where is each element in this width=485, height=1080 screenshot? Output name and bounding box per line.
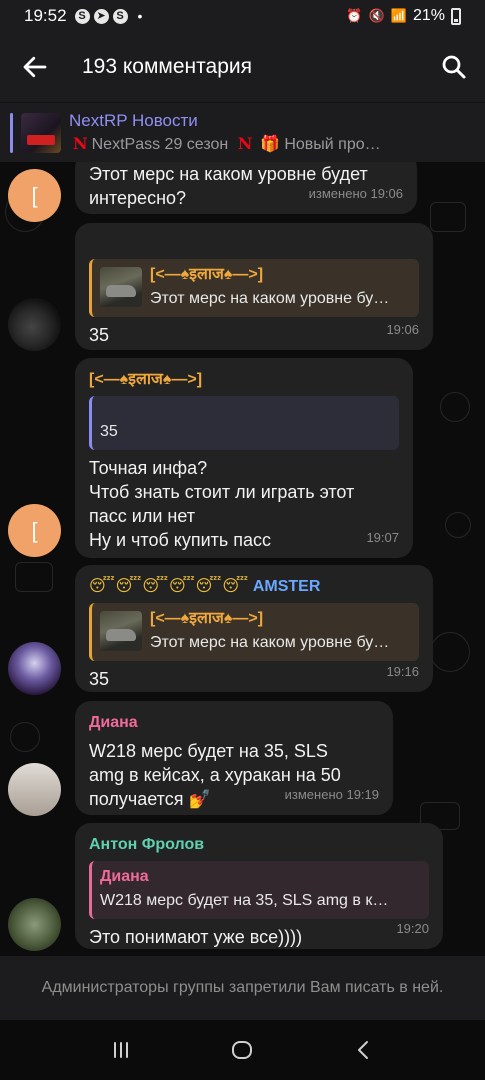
home-icon[interactable]	[222, 1030, 262, 1070]
back-arrow-icon[interactable]	[20, 52, 50, 82]
avatar[interactable]: [	[8, 504, 61, 557]
background-doodle	[430, 632, 470, 672]
avatar[interactable]	[8, 898, 61, 951]
reply-thumbnail	[100, 611, 142, 651]
message-time: 19:07	[366, 530, 399, 545]
pinned-thumbnail	[21, 112, 61, 153]
reply-thumbnail	[100, 267, 142, 307]
avatar-initial: [	[31, 182, 38, 208]
battery-percent: 21%	[412, 7, 445, 24]
sender-name: AMSTER	[252, 578, 321, 595]
avatar[interactable]	[8, 298, 61, 351]
message-bubble[interactable]: [<—♠इलाज♠—>] Этот мерс на каком уровне б…	[75, 223, 433, 350]
message-line-1: W218 мерс будет на 35, SLS	[89, 741, 328, 761]
reply-quote[interactable]: [<—♠इलाज♠—>] Этот мерс на каком уровне б…	[89, 259, 419, 317]
search-icon[interactable]	[439, 52, 469, 82]
reply-text: Этот мерс на каком уровне бу…	[150, 634, 390, 651]
message-bubble[interactable]: Диана W218 мерс будет на 35, SLS amg в к…	[75, 701, 393, 815]
gift-icon: 🎁	[260, 136, 281, 153]
reply-text: 35	[100, 423, 118, 440]
chat-header: 193 комментария	[0, 32, 485, 102]
status-time: 19:52	[24, 6, 67, 25]
netflix-icon-2: N	[232, 134, 253, 153]
avatar[interactable]: [	[8, 169, 61, 222]
pinned-preview-part1: NextPass 29 сезон	[91, 136, 229, 153]
reply-quote[interactable]: [<—♠इलाज♠—>] Этот мерс на каком уровне б…	[89, 603, 419, 661]
reply-sender: [<—♠इलाज♠—>]	[150, 266, 264, 283]
pinned-message[interactable]: NextRP Новости N NextPass 29 сезон N 🎁 Новы…	[0, 102, 485, 162]
message-time: 19:06	[386, 322, 419, 337]
background-doodle	[430, 202, 466, 232]
message-line-1: Точная инфа?	[89, 458, 208, 478]
message-line-4: Ну и чтоб купить пасс	[89, 530, 272, 550]
message-bubble[interactable]: Антон Фролов Диана W218 мерс будет на 35…	[75, 823, 443, 949]
telegram-icon: ➤	[93, 8, 109, 24]
message-text: 35	[89, 325, 110, 345]
message-bubble[interactable]: [<—♠इलाज♠—>] 35 Точная инфа? Чтоб знать …	[75, 358, 413, 558]
reply-text: W218 мерс будет на 35, SLS amg в к…	[100, 892, 389, 909]
pinned-preview-part2: Новый про…	[284, 136, 381, 153]
write-restricted-notice: Администраторы группы запретили Вам писа…	[0, 956, 485, 1020]
background-doodle	[15, 562, 53, 592]
page-title: 193 комментария	[82, 55, 252, 78]
pinned-bar	[10, 112, 13, 153]
system-navigation-bar	[0, 1020, 485, 1080]
message-line-2: Чтоб знать стоит ли играть этот	[89, 482, 355, 502]
reply-quote[interactable]: 35	[89, 396, 399, 450]
message-list[interactable]: [ Этот мерс на каком уровне будет интере…	[0, 162, 485, 956]
reply-quote[interactable]: Диана W218 мерс будет на 35, SLS amg в к…	[89, 861, 429, 919]
mute-icon: 🔇	[368, 8, 385, 23]
pinned-channel-name: NextRP Новости	[69, 111, 198, 130]
message-time: 19:20	[396, 921, 429, 936]
pinned-preview: N NextPass 29 сезон N 🎁 Новый про…	[69, 134, 485, 154]
battery-icon	[451, 7, 461, 25]
background-doodle	[440, 392, 470, 422]
more-notifications-icon: •	[137, 8, 143, 24]
back-nav-icon[interactable]	[344, 1030, 384, 1070]
reply-text: Этот мерс на каком уровне бу…	[150, 290, 390, 307]
alarm-icon: ⏰	[346, 8, 363, 23]
message-time: 19:16	[386, 664, 419, 679]
message-text: 35	[89, 669, 110, 689]
message-time: изменено 19:06	[308, 186, 403, 201]
message-bubble[interactable]: 😴😴😴😴😴😴 AMSTER [<—♠इलाज♠—>] Этот мерс на …	[75, 565, 433, 692]
wifi-icon: 📶	[390, 8, 407, 23]
message-sender[interactable]: [<—♠इलाज♠—>]	[89, 368, 399, 392]
status-bar: 19:52 S ➤ S • ⏰ 🔇 📶 21%	[0, 0, 485, 32]
reply-sender: [<—♠इलाज♠—>]	[150, 610, 264, 627]
message-text: Это понимают уже все))))	[89, 927, 303, 947]
reply-sender: Диана	[100, 868, 149, 885]
avatar[interactable]	[8, 642, 61, 695]
notice-text: Администраторы группы запретили Вам писа…	[41, 979, 444, 996]
app-s-icon-2: S	[112, 8, 128, 24]
message-bubble[interactable]: Этот мерс на каком уровне будет интересн…	[75, 162, 417, 214]
message-sender[interactable]: Антон Фролов	[89, 833, 429, 857]
sender-emoji: 😴😴😴😴😴😴	[89, 578, 249, 595]
app-s-icon: S	[74, 8, 90, 24]
recent-apps-icon[interactable]	[101, 1030, 141, 1070]
message-sender[interactable]: 😴😴😴😴😴😴 AMSTER	[89, 575, 419, 599]
message-line-3: пасс или нет	[89, 506, 195, 526]
avatar[interactable]	[8, 763, 61, 816]
message-time: изменено 19:19	[284, 787, 379, 802]
background-doodle	[445, 512, 471, 538]
background-doodle	[10, 722, 40, 752]
message-sender[interactable]: Диана	[89, 711, 379, 735]
avatar-initial: [	[31, 517, 38, 543]
netflix-icon: N	[73, 134, 88, 153]
